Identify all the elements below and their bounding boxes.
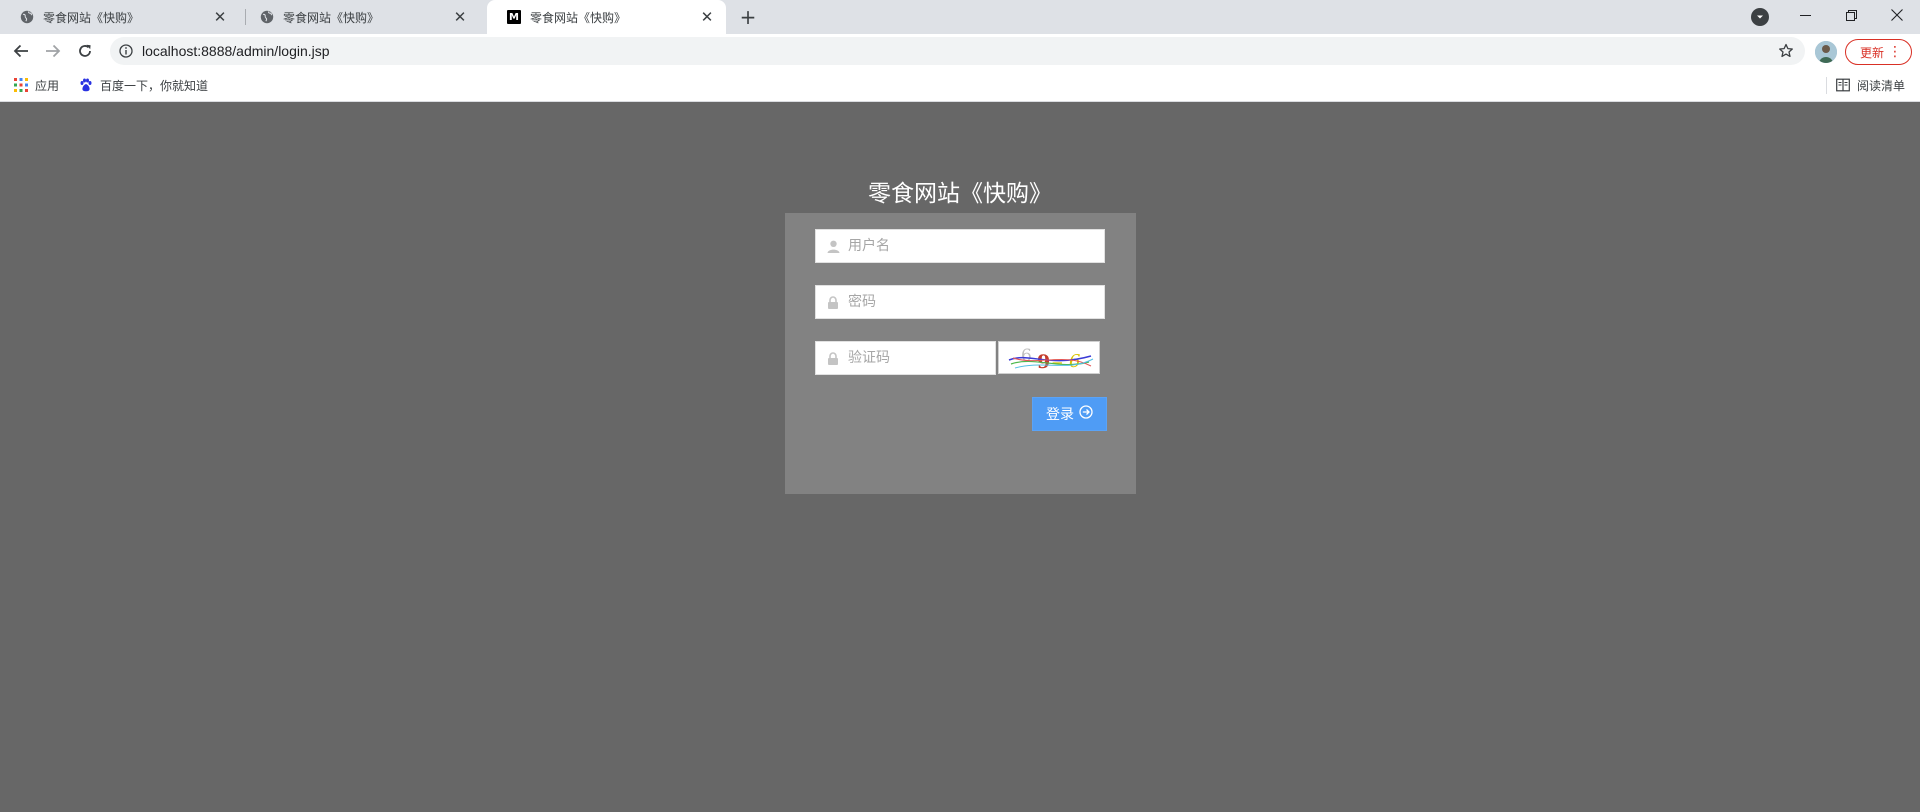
- page-title: 零食网站《快购》: [868, 181, 1052, 207]
- password-input[interactable]: [848, 286, 1096, 318]
- globe-icon: [20, 10, 34, 24]
- tab-title: 零食网站《快购》: [283, 10, 380, 25]
- baidu-paw-icon: [78, 77, 94, 93]
- site-info-icon[interactable]: [118, 43, 134, 59]
- arrow-circle-right-icon: [1079, 405, 1093, 423]
- bookmark-label: 百度一下，你就知道: [100, 78, 209, 93]
- profile-avatar[interactable]: [1815, 41, 1837, 63]
- login-label: 登录: [1046, 407, 1074, 423]
- password-field: [815, 285, 1105, 319]
- tab-strip: 零食网站《快购》 ✕ 零食网站《快购》 ✕ M 零食网站《快购》 ✕ +: [0, 0, 1920, 34]
- close-tab-icon[interactable]: ✕: [451, 8, 469, 26]
- username-field: [815, 229, 1105, 263]
- bookmark-star-icon[interactable]: [1777, 42, 1795, 60]
- back-icon[interactable]: [7, 37, 35, 65]
- tab-search-icon[interactable]: [1751, 8, 1769, 26]
- captcha-image[interactable]: 6 9 = 6: [998, 341, 1100, 374]
- page-content: 零食网站《快购》 6 9 = 6: [0, 102, 1920, 812]
- tab-title: 零食网站《快购》: [43, 10, 140, 25]
- close-tab-icon[interactable]: ✕: [698, 8, 716, 26]
- bookmarks-bar: 应用 百度一下，你就知道 阅读清单: [0, 69, 1920, 102]
- update-button[interactable]: 更新 ⋮: [1845, 39, 1912, 65]
- browser-toolbar: localhost:8888/admin/login.jsp 更新 ⋮: [0, 34, 1920, 69]
- url-text: localhost:8888/admin/login.jsp: [142, 43, 330, 59]
- address-bar[interactable]: localhost:8888/admin/login.jsp: [110, 37, 1805, 65]
- captcha-field: [815, 341, 996, 375]
- lock-icon: [826, 351, 840, 365]
- username-input[interactable]: [848, 230, 1096, 262]
- minimize-icon[interactable]: [1782, 0, 1828, 30]
- svg-text:6: 6: [1021, 346, 1032, 366]
- more-menu-icon[interactable]: ⋮: [1888, 44, 1902, 60]
- update-label: 更新: [1860, 45, 1885, 60]
- reload-icon[interactable]: [71, 37, 99, 65]
- reading-list-button[interactable]: 阅读清单: [1835, 77, 1905, 93]
- browser-tab-1[interactable]: 零食网站《快购》 ✕: [0, 0, 239, 34]
- close-window-icon[interactable]: [1874, 0, 1920, 30]
- bookmark-label: 阅读清单: [1857, 78, 1906, 93]
- bookmark-label: 应用: [35, 78, 60, 93]
- browser-tab-2[interactable]: 零食网站《快购》 ✕: [240, 0, 479, 34]
- login-button[interactable]: 登录: [1032, 397, 1107, 431]
- m-logo-icon: M: [507, 10, 521, 24]
- tab-title: 零食网站《快购》: [530, 10, 627, 25]
- bookmarks-divider: [1826, 77, 1827, 94]
- apps-grid-icon: [13, 77, 29, 93]
- forward-icon[interactable]: [39, 37, 67, 65]
- bookmark-apps[interactable]: 应用: [13, 77, 59, 93]
- bookmark-baidu[interactable]: 百度一下，你就知道: [78, 77, 208, 93]
- close-tab-icon[interactable]: ✕: [211, 8, 229, 26]
- globe-icon: [260, 10, 274, 24]
- browser-tab-3-active[interactable]: M 零食网站《快购》 ✕: [487, 0, 726, 34]
- captcha-input[interactable]: [848, 342, 987, 374]
- reading-list-icon: [1835, 77, 1851, 93]
- restore-icon[interactable]: [1828, 0, 1874, 30]
- login-form: 6 9 = 6 登录: [785, 213, 1136, 494]
- new-tab-button[interactable]: +: [735, 5, 761, 29]
- lock-icon: [826, 295, 840, 309]
- user-icon: [826, 239, 840, 253]
